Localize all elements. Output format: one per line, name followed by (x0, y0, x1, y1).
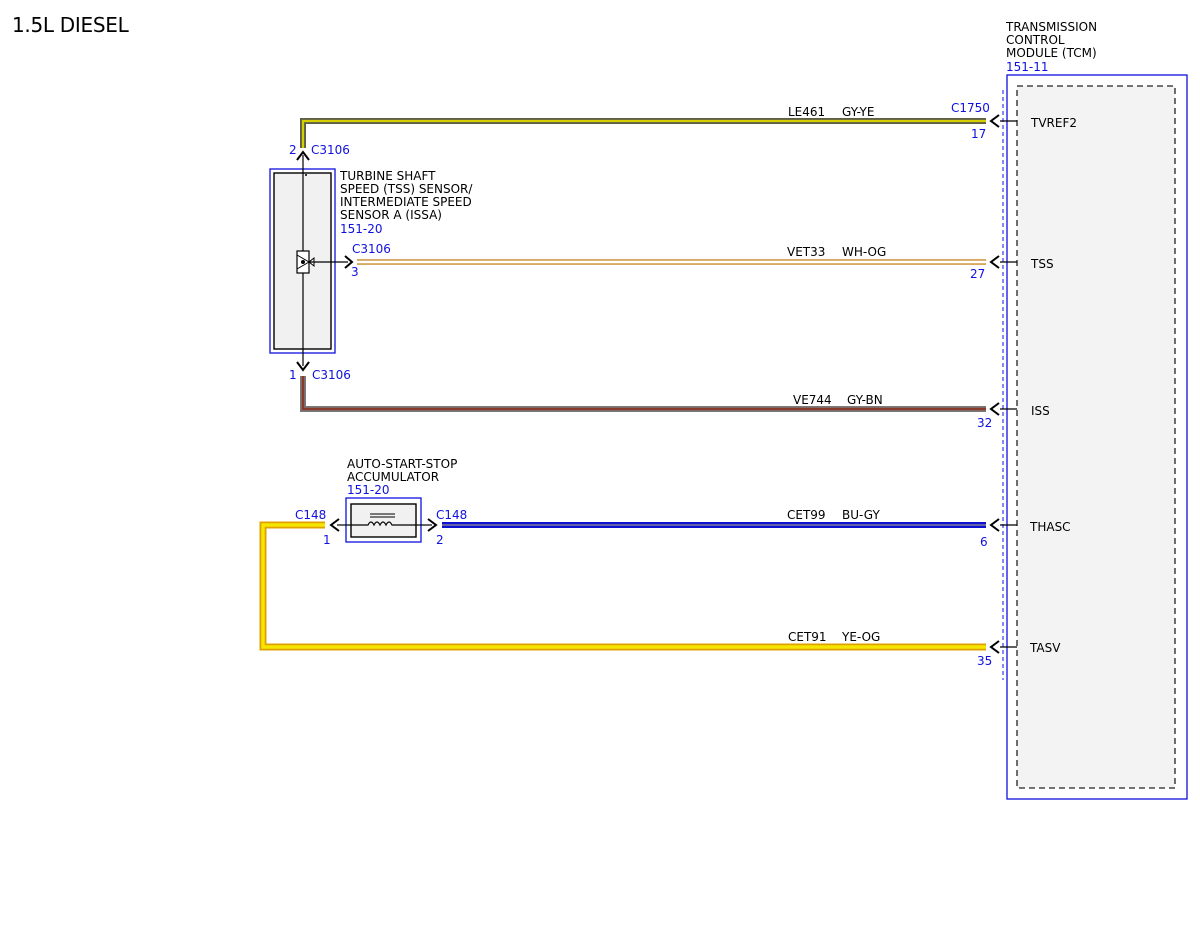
accumulator-name-line-2: ACCUMULATOR (347, 470, 439, 484)
tcm-pin-35-arrow (989, 640, 1000, 654)
tcm-name-line-1: TRANSMISSION (1005, 20, 1097, 34)
tcm-pin-name-thasc: THASC (1029, 520, 1071, 534)
tcm-pin-number-32: 32 (977, 416, 992, 430)
tcm-pin-name-iss: ISS (1031, 404, 1050, 418)
tcm-pin-name-tss: TSS (1030, 257, 1054, 271)
c3106-pin-1-number: 1 (289, 368, 297, 382)
c3106-signal-label: C3106 (352, 242, 391, 256)
wire-vet33-circuit: VET33 (787, 245, 825, 259)
tss-sensor-name-line-2: SPEED (TSS) SENSOR/ (340, 182, 473, 196)
wire-le461-circuit: LE461 (788, 105, 825, 119)
tcm-pin-number-27: 27 (970, 267, 985, 281)
tcm-module: TRANSMISSION CONTROL MODULE (TCM) 151-11… (951, 20, 1188, 800)
tcm-pin-32-arrow (989, 402, 1000, 416)
wire-le461: LE461 GY-YE (300, 105, 1000, 148)
tcm-pin-name-tasv: TASV (1029, 641, 1061, 655)
c3106-bottom-label: C3106 (312, 368, 351, 382)
wire-ve744-circuit: VE744 (793, 393, 832, 407)
wire-cet99: CET99 BU-GY (442, 508, 1000, 532)
tss-sensor-name-line-4: SENSOR A (ISSA) (340, 208, 442, 222)
tcm-pin-17-arrow (989, 114, 1000, 128)
tss-sensor-name-line-1: TURBINE SHAFT (339, 169, 436, 183)
wire-ve744: VE744 GY-BN (300, 376, 1000, 416)
wire-vet33: VET33 WH-OG (357, 245, 1000, 269)
tcm-pin-number-17: 17 (971, 127, 986, 141)
c148-pin-2-number: 2 (436, 533, 444, 547)
tcm-name-line-2: CONTROL (1006, 33, 1065, 47)
tcm-pin-number-35: 35 (977, 654, 992, 668)
tcm-body (1016, 85, 1176, 789)
wire-cet91-color: YE-OG (841, 630, 880, 644)
wire-cet91-circuit: CET91 (788, 630, 827, 644)
accumulator-body (350, 503, 417, 538)
tcm-pin-number-6: 6 (980, 535, 988, 549)
accumulator: AUTO-START-STOP ACCUMULATOR 151-20 C148 … (295, 457, 467, 547)
accumulator-name-line-1: AUTO-START-STOP (347, 457, 457, 471)
tcm-ref: 151-11 (1006, 60, 1049, 74)
c148-left-label: C148 (295, 508, 326, 522)
c3106-pin-3-number: 3 (351, 265, 359, 279)
c3106-pin-2-number: 2 (289, 143, 297, 157)
c148-right-label: C148 (436, 508, 467, 522)
wire-le461-color: GY-YE (842, 105, 874, 119)
wire-cet91: CET91 YE-OG (259, 521, 1000, 654)
wiring-diagram: TRANSMISSION CONTROL MODULE (TCM) 151-11… (259, 20, 1188, 800)
wire-cet99-circuit: CET99 (787, 508, 826, 522)
tcm-pin-27-arrow (989, 255, 1000, 269)
tcm-pin-name-tvref2: TVREF2 (1030, 116, 1077, 130)
tcm-connector-label: C1750 (951, 101, 990, 115)
accumulator-ref: 151-20 (347, 483, 390, 497)
wire-ve744-color: GY-BN (847, 393, 883, 407)
tcm-pin-6-arrow (989, 518, 1000, 532)
tss-sensor-name-line-3: INTERMEDIATE SPEED (340, 195, 472, 209)
c148-pin-1-number: 1 (323, 533, 331, 547)
tss-sensor-ref: 151-20 (340, 222, 383, 236)
wire-vet33-color: WH-OG (842, 245, 886, 259)
tcm-name-line-3: MODULE (TCM) (1006, 46, 1097, 60)
c3106-top-label: C3106 (311, 143, 350, 157)
wire-cet99-color: BU-GY (842, 508, 880, 522)
